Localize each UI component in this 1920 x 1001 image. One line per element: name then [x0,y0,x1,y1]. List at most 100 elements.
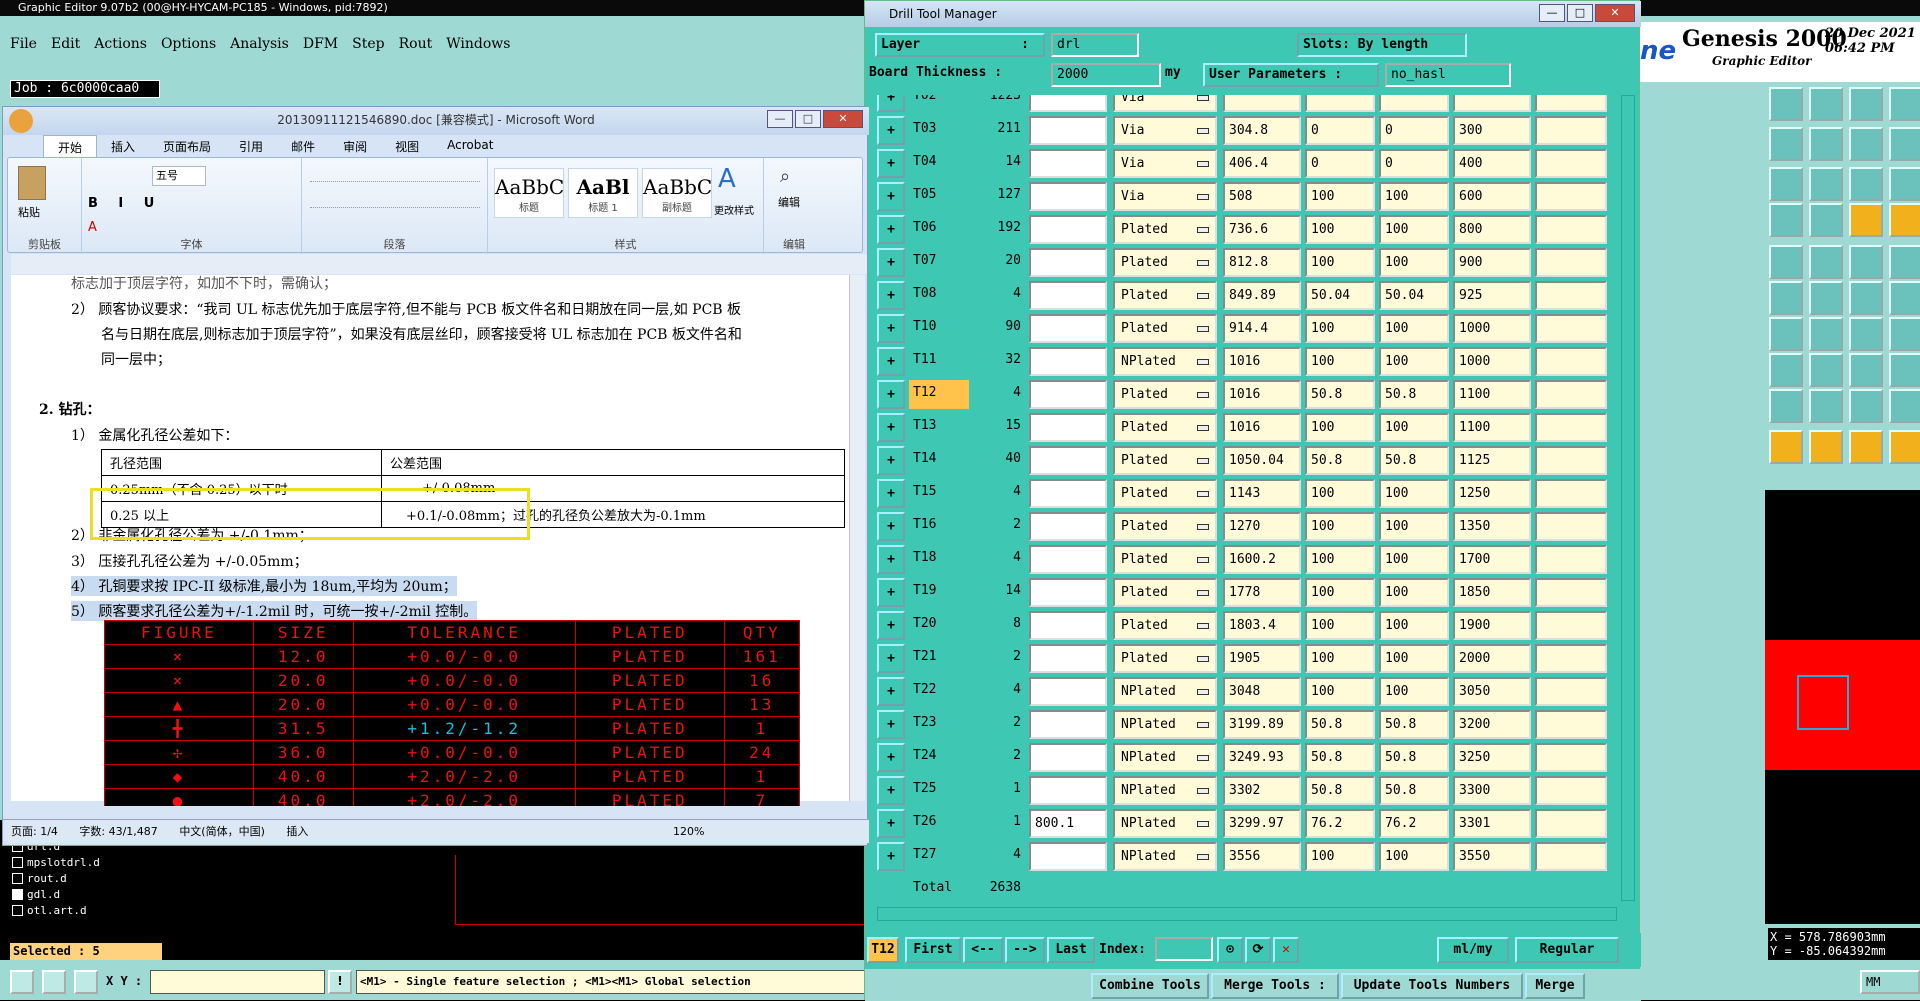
tool-row[interactable]: + T02 1223 Via [877,95,1617,114]
tool-id[interactable]: T08 [909,281,969,310]
tol-plus-field[interactable]: 100 [1305,347,1375,376]
drill-size-field[interactable] [1029,182,1107,211]
zoom-icon[interactable] [10,970,34,994]
tol-minus-field[interactable]: 0 [1379,116,1449,145]
tol-minus-field[interactable]: 50.8 [1379,743,1449,772]
type-select[interactable]: Plated [1113,545,1217,574]
tool-row[interactable]: + T03 211 Via 304.8 0 0 300 [877,114,1617,147]
extra-field[interactable] [1535,182,1607,211]
finish-size-field[interactable]: 3556 [1223,842,1301,871]
user-params-label[interactable]: User Parameters : [1203,63,1379,87]
tool-id[interactable]: T20 [909,611,969,640]
extra-field[interactable] [1535,644,1607,673]
tol-plus-field[interactable]: 50.8 [1305,743,1375,772]
finish-size-field[interactable]: 1905 [1223,644,1301,673]
tool-id[interactable]: T27 [909,842,969,871]
layer-checkbox[interactable] [12,872,23,884]
drill-size-field[interactable] [1029,215,1107,244]
tool-id[interactable]: T13 [909,413,969,442]
prev-button[interactable]: <-- [963,937,1003,963]
import-icon[interactable] [1769,127,1803,161]
tol-plus-field[interactable]: 100 [1305,182,1375,211]
drill-field[interactable]: 1250 [1453,479,1531,508]
type-select[interactable]: Plated [1113,578,1217,607]
tol-minus-field[interactable]: 100 [1379,578,1449,607]
drill-size-field[interactable] [1029,479,1107,508]
window-icon[interactable] [1889,87,1920,121]
drill-size-field[interactable] [1029,347,1107,376]
cancel-icon[interactable]: ✕ [1273,937,1299,963]
index-field[interactable] [1155,937,1213,961]
menu-rout[interactable]: Rout [399,36,433,52]
expand-button[interactable]: + [877,446,905,475]
tab-insert[interactable]: 插入 [97,135,149,157]
next-button[interactable]: --> [1005,937,1045,963]
drill-size-field[interactable] [1029,545,1107,574]
expand-button[interactable]: + [877,116,905,145]
expand-button[interactable]: + [877,380,905,409]
tool-id[interactable]: T19 [909,578,969,607]
drill-size-field[interactable] [1029,578,1107,607]
layer-item[interactable]: otl.art.d [12,902,162,918]
arc-icon[interactable] [1849,317,1883,351]
type-select[interactable]: Plated [1113,281,1217,310]
drill-size-field[interactable] [1029,116,1107,145]
tol-plus-field[interactable]: 100 [1305,512,1375,541]
tol-plus-field[interactable]: 100 [1305,677,1375,706]
tool-row[interactable]: + T16 2 Plated 1270 100 100 1350 [877,510,1617,543]
tol-plus-field[interactable]: 50.8 [1305,380,1375,409]
tool-row[interactable]: + T20 8 Plated 1803.4 100 100 1900 [877,609,1617,642]
ruler-icon[interactable] [1849,245,1883,279]
tool-row[interactable]: + T08 4 Plated 849.89 50.04 50.04 925 [877,279,1617,312]
drill-field[interactable]: 1700 [1453,545,1531,574]
drill-size-field[interactable] [1029,446,1107,475]
open-icon[interactable] [1769,87,1803,121]
drill-field[interactable]: 1900 [1453,611,1531,640]
tool-id[interactable]: T03 [909,116,969,145]
drill-size-field[interactable] [1029,842,1107,871]
drill-size-field[interactable] [1029,677,1107,706]
extra-field[interactable] [1535,743,1607,772]
layer-item[interactable]: mpslotdrl.d [12,854,162,870]
drill-field[interactable]: 3301 [1453,809,1531,838]
tool-row[interactable]: + T21 2 Plated 1905 100 100 2000 [877,642,1617,675]
type-select[interactable]: Via [1113,149,1217,178]
split-icon[interactable] [1849,353,1883,387]
tool-row[interactable]: + T24 2 NPlated 3249.93 50.8 50.8 3250 [877,741,1617,774]
tool-id[interactable]: T18 [909,545,969,574]
extra-field[interactable] [1535,347,1607,376]
expand-button[interactable]: + [877,545,905,574]
tol-minus-field[interactable] [1379,95,1449,112]
tol-plus-field[interactable]: 100 [1305,644,1375,673]
move-cursor-icon[interactable] [1849,430,1883,464]
type-select[interactable]: NPlated [1113,347,1217,376]
tab-home[interactable]: 开始 [43,135,98,157]
tool-row[interactable]: + T13 15 Plated 1016 100 100 1100 [877,411,1617,444]
expand-button[interactable]: + [877,149,905,178]
type-select[interactable]: NPlated [1113,677,1217,706]
swap-icon[interactable] [1849,127,1883,161]
thickness-field[interactable]: 2000 [1051,63,1161,87]
tool-row[interactable]: + T27 4 NPlated 3556 100 100 3550 [877,840,1617,873]
search-icon[interactable]: ⊙ [1217,937,1243,963]
finish-size-field[interactable]: 914.4 [1223,314,1301,343]
tool-row[interactable]: + T19 14 Plated 1778 100 100 1850 [877,576,1617,609]
drill-field[interactable]: 1100 [1453,413,1531,442]
type-select[interactable]: Plated [1113,215,1217,244]
tool-id[interactable]: T26 [909,809,969,838]
extra-field[interactable] [1535,776,1607,805]
tool-id[interactable]: T06 [909,215,969,244]
extra-field[interactable] [1535,809,1607,838]
extra-field[interactable] [1535,578,1607,607]
snap-alt-icon[interactable] [1889,203,1920,237]
tol-minus-field[interactable]: 50.8 [1379,776,1449,805]
font-size-select[interactable]: 五号 [152,166,206,186]
document-scrollbar[interactable] [849,275,865,801]
tol-plus-field[interactable]: 100 [1305,545,1375,574]
type-select[interactable]: NPlated [1113,743,1217,772]
drill-size-field[interactable] [1029,314,1107,343]
home-icon[interactable] [1849,87,1883,121]
menu-actions[interactable]: Actions [94,36,147,52]
tol-minus-field[interactable]: 100 [1379,215,1449,244]
expand-button[interactable]: + [877,776,905,805]
